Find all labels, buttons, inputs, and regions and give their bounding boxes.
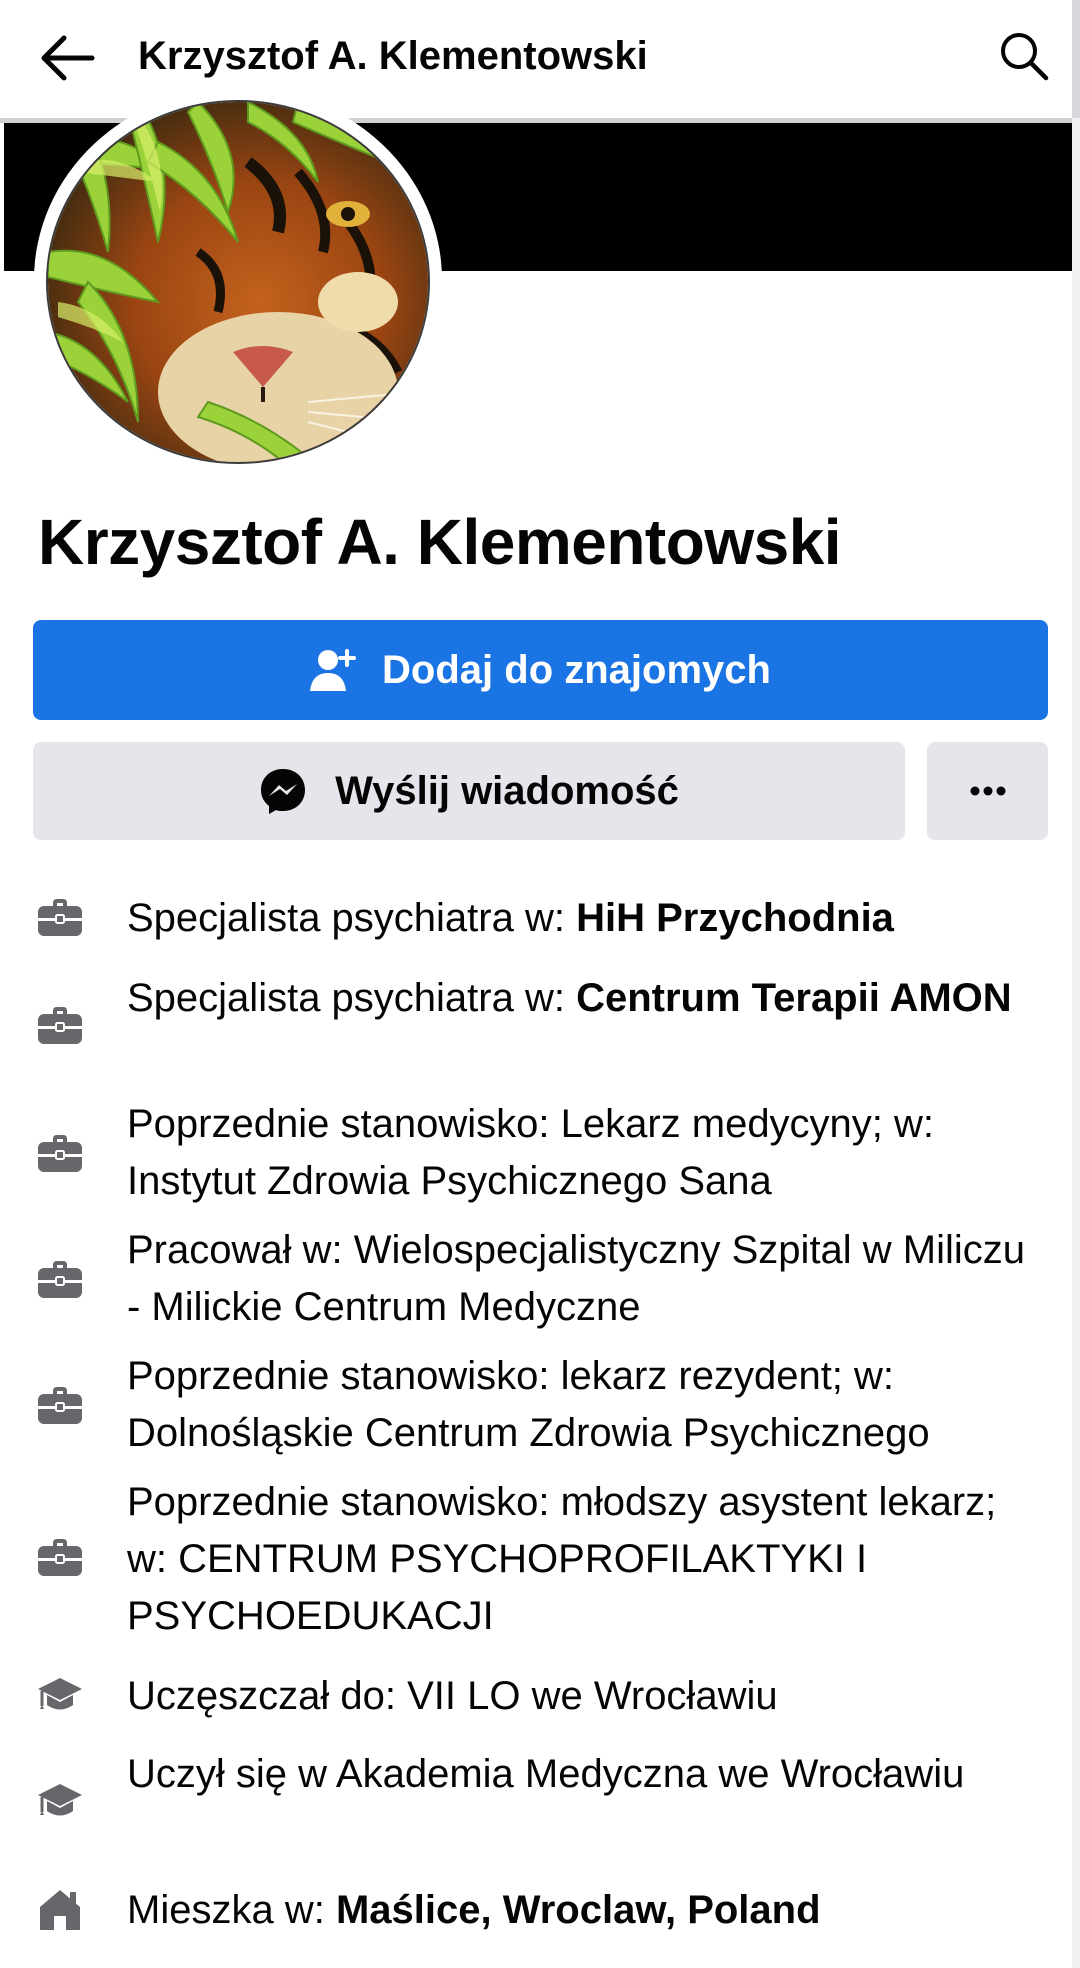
briefcase-icon xyxy=(38,1539,82,1576)
top-bar: Krzysztof A. Klementowski xyxy=(0,0,1072,118)
briefcase-icon xyxy=(38,1007,82,1044)
more-options-button[interactable] xyxy=(927,742,1048,840)
briefcase-icon xyxy=(38,899,82,936)
graduation-cap-icon xyxy=(38,1784,82,1816)
briefcase-icon xyxy=(38,1261,82,1298)
arrow-left-icon[interactable] xyxy=(36,32,96,84)
avatar[interactable] xyxy=(46,100,430,464)
home-icon xyxy=(40,1890,80,1930)
scrollbar-track[interactable] xyxy=(1072,0,1080,1968)
scrollbar-thumb[interactable] xyxy=(1072,0,1080,118)
tiger-photo-image xyxy=(48,102,428,462)
detail-text: Poprzednie stanowisko: Lekarz medycyny; … xyxy=(127,1102,935,1203)
briefcase-icon xyxy=(38,1135,82,1172)
detail-text: Specjalista psychiatra w: Centrum Terapi… xyxy=(127,976,1012,1020)
detail-text: Mieszka w: Maślice, Wroclaw, Poland xyxy=(127,1888,821,1932)
detail-text: Uczęszczał do: VII LO we Wrocławiu xyxy=(127,1674,778,1718)
add-friend-icon xyxy=(310,649,357,691)
more-dots-icon xyxy=(970,786,1005,796)
add-friend-button[interactable]: Dodaj do znajomych xyxy=(33,620,1048,720)
send-message-label: Wyślij wiadomość xyxy=(335,768,679,813)
detail-text: Poprzednie stanowisko: lekarz rezydent; … xyxy=(127,1354,930,1455)
send-message-button[interactable]: Wyślij wiadomość xyxy=(33,742,905,840)
graduation-cap-icon xyxy=(38,1678,82,1710)
search-icon[interactable] xyxy=(998,30,1050,82)
detail-text: Poprzednie stanowisko: młodszy asystent … xyxy=(127,1480,997,1638)
page-title: Krzysztof A. Klementowski xyxy=(138,34,648,78)
profile-name: Krzysztof A. Klementowski xyxy=(38,506,842,578)
add-friend-label: Dodaj do znajomych xyxy=(382,647,771,692)
detail-text: Specjalista psychiatra w: HiH Przychodni… xyxy=(127,896,894,940)
detail-text: Pracował w: Wielospecjalistyczny Szpital… xyxy=(127,1228,1026,1329)
messenger-icon xyxy=(261,769,306,814)
detail-text: Uczył się w Akademia Medyczna we Wrocław… xyxy=(127,1752,965,1796)
briefcase-icon xyxy=(38,1387,82,1424)
